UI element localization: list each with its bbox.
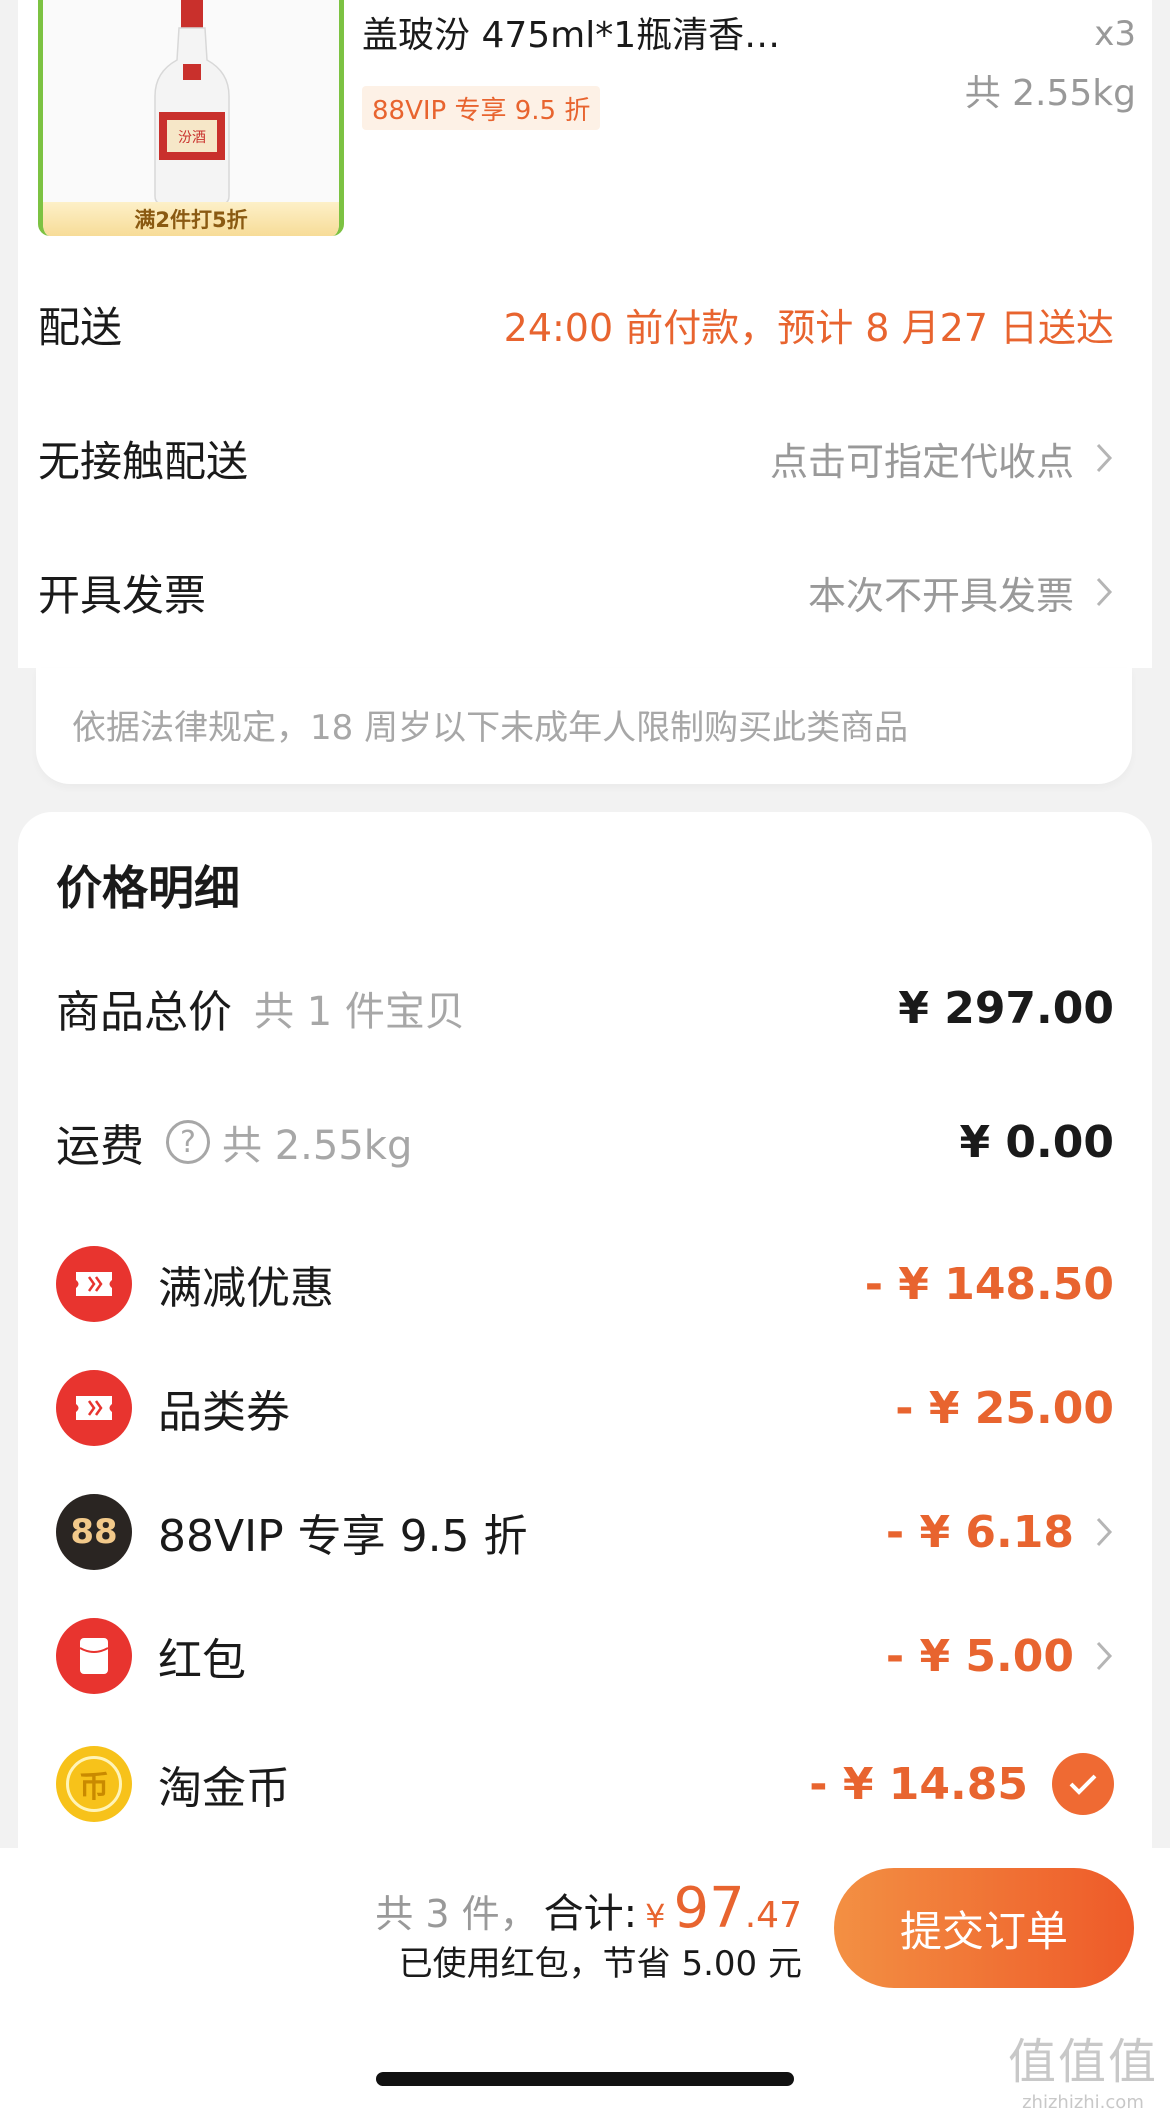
chevron-right-icon <box>1096 443 1113 473</box>
chevron-right-icon <box>1096 1517 1113 1547</box>
contactless-delivery-row[interactable]: 无接触配送 点击可指定代收点 <box>38 418 1114 498</box>
coupon-icon <box>56 1246 132 1322</box>
contactless-delivery-value: 点击可指定代收点 <box>769 439 1074 484</box>
delivery-label: 配送 <box>38 302 123 352</box>
price-row-label: 红包 <box>158 1635 246 1686</box>
bottle-label-text: 汾酒 <box>178 130 206 146</box>
price-row-label: 满减优惠 <box>158 1263 334 1314</box>
price-row-label: 88VIP 专享 9.5 折 <box>158 1511 528 1562</box>
product-image[interactable]: 汾酒 满2件打5折 <box>38 0 344 236</box>
invoice-label: 开具发票 <box>38 570 207 620</box>
invoice-row[interactable]: 开具发票 本次不开具发票 <box>38 552 1114 632</box>
price-row-label: 品类券 <box>158 1387 290 1438</box>
product-weight: 共 2.55kg <box>964 73 1136 114</box>
delivery-estimate: 24:00 前付款，预计 8 月27 日送达 <box>503 305 1114 350</box>
price-row-sub: 共 2.55kg <box>222 1123 413 1169</box>
price-row-sub: 共 1 件宝贝 <box>254 989 465 1035</box>
price-row-amount: ¥ 297.00 <box>898 982 1114 1034</box>
price-row-amount: - ¥ 148.50 <box>864 1258 1114 1310</box>
price-row-red-envelope[interactable]: 红包 - ¥ 5.00 <box>56 1616 1114 1696</box>
item-count: 共 3 件， <box>375 1892 538 1936</box>
delivery-row: 配送 24:00 前付款，预计 8 月27 日送达 <box>38 284 1114 364</box>
invoice-value: 本次不开具发票 <box>807 573 1074 618</box>
liquor-bottle-image: 汾酒 <box>154 0 230 204</box>
gold-coin-icon: 币 <box>56 1746 132 1822</box>
price-row-amount: ¥ 0.00 <box>959 1116 1115 1168</box>
price-row-amount: - ¥ 25.00 <box>895 1382 1114 1434</box>
total-label: 合计: <box>543 1891 638 1937</box>
submit-order-button[interactable]: 提交订单 <box>834 1868 1134 1988</box>
total-decimal: .47 <box>744 1895 802 1936</box>
watermark-main: 值值值 <box>1007 2034 1158 2090</box>
checkmark-icon[interactable] <box>1052 1753 1114 1815</box>
watermark: 值值值 zhizhizhi.com <box>1008 2022 1158 2110</box>
total-integer: 97 <box>673 1876 745 1941</box>
price-row-label: 商品总价 <box>56 987 232 1038</box>
price-row-category-coupon: 品类券 - ¥ 25.00 <box>56 1368 1114 1448</box>
price-row-amount: - ¥ 14.85 <box>809 1758 1028 1810</box>
price-row-vip-discount[interactable]: 88 88VIP 专享 9.5 折 - ¥ 6.18 <box>56 1492 1114 1572</box>
help-icon[interactable]: ? <box>166 1120 210 1164</box>
coupon-icon <box>56 1370 132 1446</box>
vip88-icon: 88 <box>56 1494 132 1570</box>
savings-note: 已使用红包，节省 5.00 元 <box>398 1944 802 1984</box>
price-row-taojinbi[interactable]: 币 淘金币 - ¥ 14.85 <box>56 1744 1114 1824</box>
price-row-amount: - ¥ 6.18 <box>885 1506 1074 1558</box>
vip-discount-tag: 88VIP 专享 9.5 折 <box>362 86 601 130</box>
order-total: 共 3 件， 合计: ¥ 97 .47 <box>375 1876 802 1941</box>
price-row-label: 运费 <box>56 1121 144 1172</box>
price-row-label: 淘金币 <box>158 1763 290 1814</box>
price-detail-title: 价格明细 <box>56 861 240 915</box>
product-title[interactable]: 盖玻汾 475ml*1瓶清香… <box>362 6 882 58</box>
chevron-right-icon <box>1096 577 1113 607</box>
chevron-right-icon <box>1096 1641 1113 1671</box>
red-envelope-icon <box>56 1618 132 1694</box>
price-row-amount: - ¥ 5.00 <box>885 1630 1074 1682</box>
home-indicator[interactable] <box>376 2072 794 2086</box>
currency-symbol: ¥ <box>645 1897 666 1935</box>
price-row-shipping: 运费 ? 共 2.55kg ¥ 0.00 <box>56 1102 1114 1182</box>
watermark-sub: zhizhizhi.com <box>1022 2092 1144 2110</box>
contactless-delivery-label: 无接触配送 <box>38 436 249 486</box>
age-restriction-notice: 依据法律规定，18 周岁以下未成年人限制购买此类商品 <box>72 708 909 748</box>
promo-strip: 满2件打5折 <box>43 202 339 236</box>
price-row-goods-total: 商品总价 共 1 件宝贝 ¥ 297.00 <box>56 968 1114 1048</box>
product-quantity: x3 <box>1094 14 1136 54</box>
price-row-full-reduction: 满减优惠 - ¥ 148.50 <box>56 1244 1114 1324</box>
